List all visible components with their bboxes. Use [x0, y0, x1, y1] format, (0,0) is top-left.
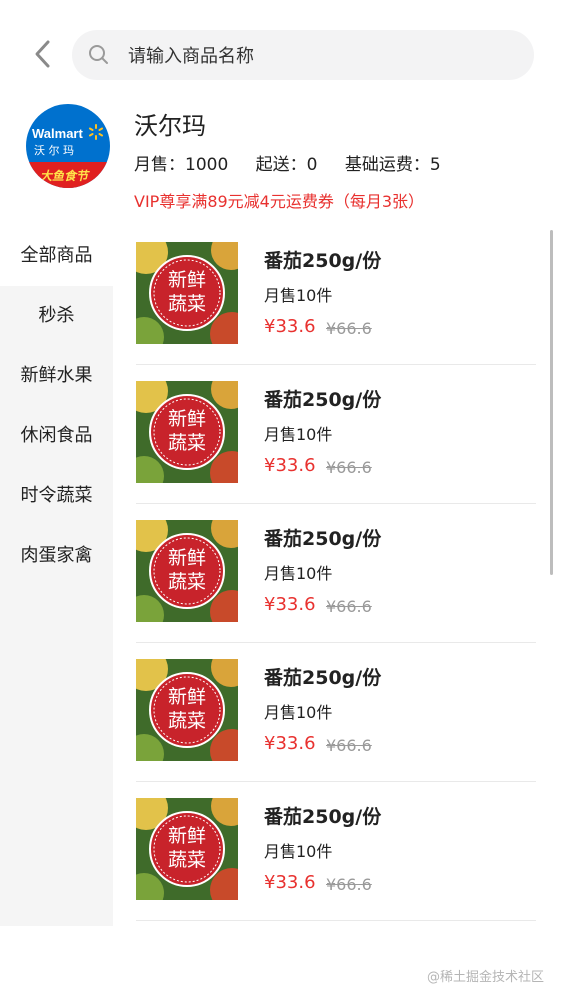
category-seasonal-veg[interactable]: 时令蔬菜 — [0, 466, 113, 526]
back-button[interactable] — [28, 36, 58, 72]
search-bar[interactable] — [72, 30, 534, 82]
product-item[interactable]: 新鲜 蔬菜 番茄250g/份 月售10件 ¥33.6 ¥66.6 — [136, 643, 536, 782]
product-sales: 月售10件 — [264, 425, 333, 444]
category-all[interactable]: 全部商品 — [0, 226, 113, 286]
product-list[interactable]: 新鲜 蔬菜 番茄250g/份 月售10件 ¥33.6 ¥66.6 新鲜 蔬菜 番… — [113, 226, 562, 926]
product-name: 番茄250g/份 — [264, 806, 382, 828]
product-item[interactable]: 新鲜 蔬菜 番茄250g/份 月售10件 ¥33.6 ¥66.6 — [136, 504, 536, 643]
chevron-left-icon — [35, 40, 50, 68]
product-thumbnail: 新鲜 蔬菜 — [136, 659, 238, 761]
product-thumbnail: 新鲜 蔬菜 — [136, 242, 238, 344]
svg-text:沃 尔 玛: 沃 尔 玛 — [34, 144, 74, 157]
product-thumbnail: 新鲜 蔬菜 — [136, 798, 238, 900]
vip-promo[interactable]: VIP尊享满89元减4元运费券（每月3张） — [134, 188, 424, 212]
badge-text: 新鲜 — [168, 686, 206, 708]
product-price: ¥33.6 — [264, 455, 316, 476]
store-name: 沃尔玛 — [134, 112, 206, 140]
search-input[interactable] — [126, 30, 520, 82]
badge-text: 新鲜 — [168, 825, 206, 847]
product-original-price: ¥66.6 — [326, 875, 372, 894]
product-sales: 月售10件 — [264, 564, 333, 583]
product-thumbnail: 新鲜 蔬菜 — [136, 520, 238, 622]
top-bar — [0, 0, 562, 110]
walmart-logo: Walmart 沃 尔 玛 大鱼食节 — [26, 104, 110, 188]
base-delivery-fee: 基础运费：5 — [344, 155, 441, 175]
bottom-blank-area — [0, 926, 562, 1000]
product-item[interactable]: 新鲜 蔬菜 番茄250g/份 月售10件 ¥33.6 ¥66.6 — [136, 365, 536, 504]
product-original-price: ¥66.6 — [326, 597, 372, 616]
badge-text: 新鲜 — [168, 547, 206, 569]
product-item[interactable]: 新鲜 蔬菜 番茄250g/份 月售10件 ¥33.6 ¥66.6 — [136, 782, 536, 921]
product-name: 番茄250g/份 — [264, 667, 382, 689]
badge-text: 蔬菜 — [168, 571, 206, 593]
product-sales: 月售10件 — [264, 842, 333, 861]
svg-text:大鱼食节: 大鱼食节 — [40, 169, 90, 183]
badge-text: 新鲜 — [168, 408, 206, 430]
category-fresh-fruit[interactable]: 新鲜水果 — [0, 346, 113, 406]
badge-text: 新鲜 — [168, 269, 206, 291]
search-icon — [89, 45, 108, 64]
product-price: ¥33.6 — [264, 594, 316, 615]
store-header: Walmart 沃 尔 玛 大鱼食节 沃尔玛 月售：1000 起送：0 基础运费… — [0, 100, 562, 220]
product-original-price: ¥66.6 — [326, 458, 372, 477]
list-scrollbar[interactable] — [550, 230, 553, 575]
category-meat-egg-poultry[interactable]: 肉蛋家禽 — [0, 526, 113, 586]
product-item[interactable]: 新鲜 蔬菜 番茄250g/份 月售10件 ¥33.6 ¥66.6 — [136, 226, 536, 365]
product-thumbnail: 新鲜 蔬菜 — [136, 381, 238, 483]
product-name: 番茄250g/份 — [264, 528, 382, 550]
store-stats: 月售：1000 起送：0 基础运费：5 — [134, 150, 463, 175]
category-snacks[interactable]: 休闲食品 — [0, 406, 113, 466]
product-sales: 月售10件 — [264, 286, 333, 305]
category-sidebar: 全部商品 秒杀 新鲜水果 休闲食品 时令蔬菜 肉蛋家禽 — [0, 226, 113, 926]
product-price: ¥33.6 — [264, 733, 316, 754]
product-original-price: ¥66.6 — [326, 736, 372, 755]
badge-text: 蔬菜 — [168, 432, 206, 454]
svg-text:Walmart: Walmart — [32, 126, 83, 141]
watermark: @稀土掘金技术社区 — [426, 970, 544, 985]
product-name: 番茄250g/份 — [264, 389, 382, 411]
badge-text: 蔬菜 — [168, 710, 206, 732]
product-price: ¥33.6 — [264, 316, 316, 337]
product-name: 番茄250g/份 — [264, 250, 382, 272]
category-flash-sale[interactable]: 秒杀 — [0, 286, 113, 346]
monthly-sales: 月售：1000 — [134, 155, 229, 175]
product-price: ¥33.6 — [264, 872, 316, 893]
badge-text: 蔬菜 — [168, 293, 206, 315]
badge-text: 蔬菜 — [168, 849, 206, 871]
product-original-price: ¥66.6 — [326, 319, 372, 338]
product-sales: 月售10件 — [264, 703, 333, 722]
min-order: 起送：0 — [255, 155, 318, 175]
